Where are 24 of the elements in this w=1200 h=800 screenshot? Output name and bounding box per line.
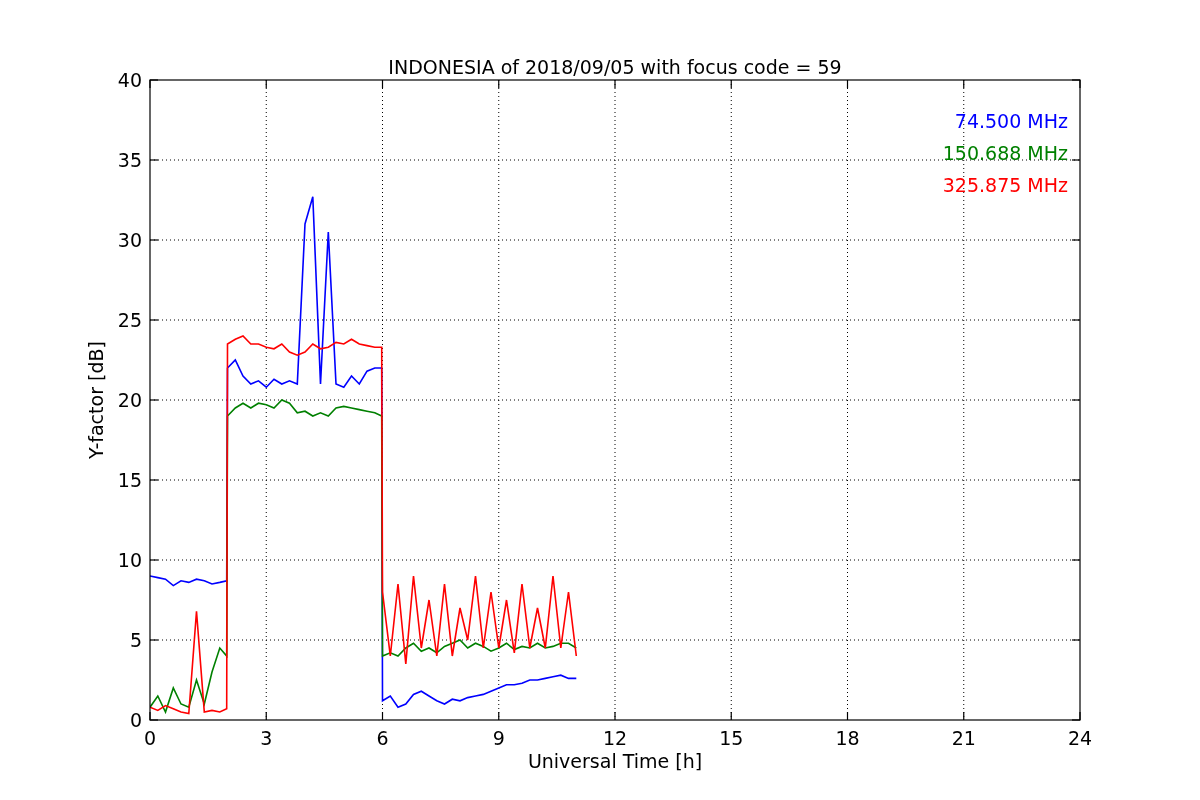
- legend-label: 150.688 MHz: [942, 142, 1068, 164]
- tick-label: 9: [492, 727, 505, 749]
- tick-label: 0: [129, 709, 142, 731]
- tick-label: 5: [129, 629, 142, 651]
- tick-label: 24: [1067, 727, 1093, 749]
- y-axis-label: Y-factor [dB]: [85, 341, 107, 459]
- tick-label: 10: [117, 549, 142, 571]
- tick-label: 18: [835, 727, 860, 749]
- tick-label: 6: [376, 727, 389, 749]
- tick-label: 25: [117, 309, 142, 331]
- tick-label: 20: [117, 389, 142, 411]
- chart-title: INDONESIA of 2018/09/05 with focus code = 59: [388, 56, 842, 78]
- tick-label: 21: [951, 727, 976, 749]
- tick-label: 0: [143, 727, 157, 749]
- tick-label: 30: [117, 229, 142, 251]
- tick-label: 15: [117, 469, 142, 491]
- x-axis-label: Universal Time [h]: [527, 750, 703, 772]
- legend-label: 74.500 MHz: [954, 110, 1068, 132]
- legend-label: 325.875 MHz: [942, 174, 1068, 196]
- tick-label: 40: [117, 69, 142, 91]
- tick-label: 3: [260, 727, 273, 749]
- tick-label: 12: [602, 727, 628, 749]
- tick-label: 15: [719, 727, 744, 749]
- tick-label: 35: [117, 149, 142, 171]
